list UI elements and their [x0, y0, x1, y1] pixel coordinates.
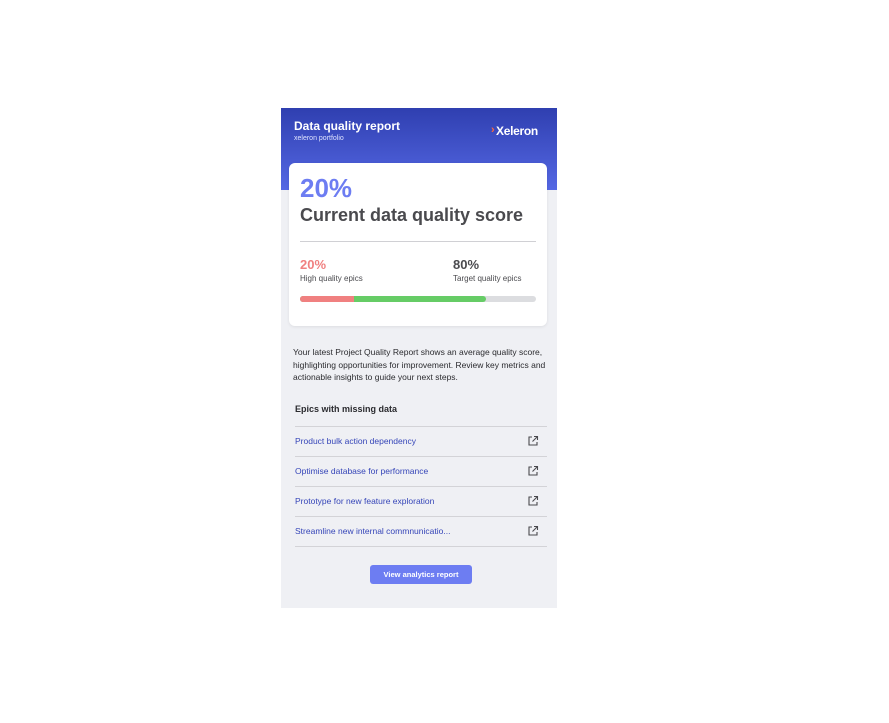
external-link-icon[interactable] — [527, 495, 539, 507]
high-quality-epics-label: High quality epics — [300, 274, 363, 283]
epic-link[interactable]: Prototype for new feature exploration — [295, 496, 434, 506]
epic-item[interactable]: Optimise database for performance — [295, 457, 547, 487]
high-quality-epics-value: 20% — [300, 257, 327, 272]
quality-score-label: Current data quality score — [300, 205, 524, 225]
score-card: 20% Current data quality score 20% High … — [289, 163, 547, 326]
high-quality-segment — [300, 296, 354, 302]
epic-link[interactable]: Optimise database for performance — [295, 466, 428, 476]
epics-list: Product bulk action dependency Optimise … — [295, 426, 547, 547]
xeleron-logo: › Xeleron — [491, 121, 547, 141]
epic-item[interactable]: Prototype for new feature exploration — [295, 487, 547, 517]
report-summary: Your latest Project Quality Report shows… — [293, 347, 546, 382]
external-link-icon[interactable] — [527, 525, 539, 537]
epic-link[interactable]: Product bulk action dependency — [295, 436, 416, 446]
target-quality-epics-label: Target quality epics — [453, 274, 522, 283]
quality-progress-bar — [300, 296, 536, 302]
epic-item[interactable]: Streamline new internal commnunicatio... — [295, 517, 547, 547]
epic-item[interactable]: Product bulk action dependency — [295, 427, 547, 457]
external-link-icon[interactable] — [527, 435, 539, 447]
quality-score-value: 20% — [300, 173, 353, 203]
report-subtitle: xeleron portfolio — [294, 135, 344, 142]
logo-chevron-icon: › — [491, 124, 495, 136]
divider — [300, 241, 536, 242]
view-analytics-report-button[interactable]: View analytics report — [370, 565, 472, 584]
logo-wordmark: Xeleron — [496, 124, 538, 138]
data-quality-report: Data quality report xeleron portfolio › … — [281, 108, 557, 608]
report-title: Data quality report — [294, 119, 401, 133]
external-link-icon[interactable] — [527, 465, 539, 477]
target-quality-epics-value: 80% — [453, 257, 480, 272]
epic-link[interactable]: Streamline new internal commnunicatio... — [295, 526, 450, 536]
epics-section-title: Epics with missing data — [295, 404, 398, 414]
